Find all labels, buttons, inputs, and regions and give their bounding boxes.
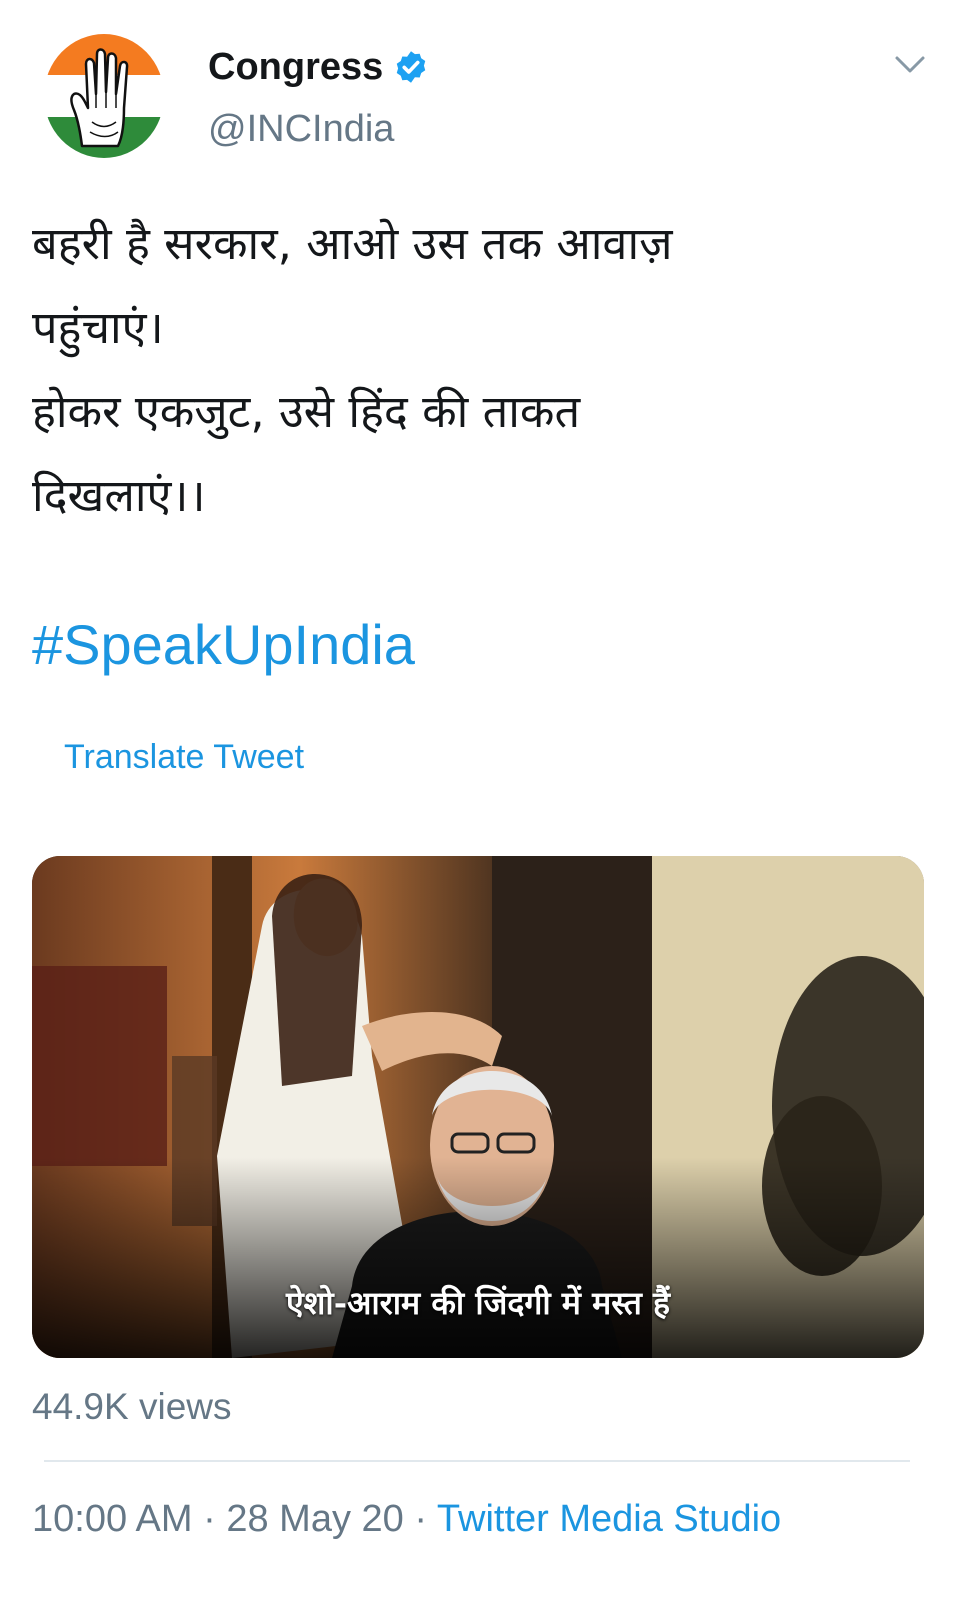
author-name-row[interactable]: Congress [208, 42, 429, 92]
tweet-line: दिखलाएं।। [32, 469, 206, 522]
tweet-time[interactable]: 10:00 AM [32, 1498, 193, 1540]
hashtag-link[interactable]: #SpeakUpIndia [32, 612, 415, 677]
avatar[interactable] [44, 34, 164, 158]
video-subtitle: ऐशो-आराम की जिंदगी में मस्त हैं [285, 1284, 671, 1322]
tweet-line: बहरी है सरकार, आओ उस तक आवाज़ [32, 217, 673, 270]
divider [44, 1460, 910, 1462]
congress-hand-logo-icon [44, 34, 164, 158]
video-thumbnail[interactable]: ऐशो-आराम की जिंदगी में मस्त हैं [32, 856, 924, 1358]
verified-badge-icon [397, 51, 426, 83]
chevron-down-icon[interactable] [893, 52, 927, 78]
tweet-line: पहुंचाएं। [32, 301, 164, 354]
tweet-date[interactable]: 28 May 20 [226, 1498, 403, 1540]
tweet-text: बहरी है सरकार, आओ उस तक आवाज़ पहुंचाएं। … [32, 202, 932, 538]
tweet-source-link[interactable]: Twitter Media Studio [437, 1498, 781, 1540]
tweet-meta: 10:00 AM · 28 May 20 · Twitter Media Stu… [32, 1498, 781, 1541]
translate-tweet-link[interactable]: Translate Tweet [64, 738, 304, 777]
tweet-line: होकर एकजुट, उसे हिंद की ताकत [32, 385, 581, 438]
display-name[interactable]: Congress [208, 46, 383, 89]
author-handle[interactable]: @INCIndia [208, 108, 394, 151]
view-count: 44.9K views [32, 1386, 232, 1427]
meta-separator: · [192, 1498, 227, 1540]
meta-separator: · [403, 1498, 437, 1540]
